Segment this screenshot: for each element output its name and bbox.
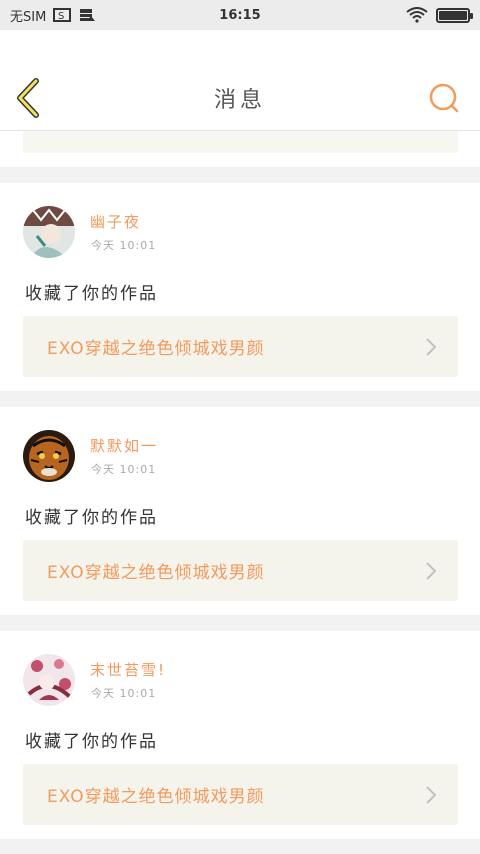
divider — [0, 167, 480, 183]
work-title: EXO穿越之绝色倾城戏男颜 — [47, 339, 265, 359]
status-right — [406, 7, 473, 23]
header: 消息 — [0, 30, 480, 131]
chevron-right-icon — [426, 337, 437, 356]
avatar[interactable] — [23, 654, 75, 706]
timestamp: 今天 10:01 — [91, 687, 157, 700]
chevron-right-icon — [426, 785, 437, 804]
list-item-partial — [0, 131, 480, 167]
avatar[interactable] — [23, 206, 75, 258]
chevron-right-icon — [426, 561, 437, 580]
divider — [0, 615, 480, 631]
username[interactable]: 末世苔雪! — [90, 659, 166, 680]
timestamp: 今天 10:01 — [91, 239, 157, 252]
data-icon — [80, 9, 96, 21]
work-title: EXO穿越之绝色倾城戏男颜 — [47, 787, 265, 807]
avatar-image — [23, 206, 75, 258]
work-title: EXO穿越之绝色倾城戏男颜 — [47, 563, 265, 583]
work-link[interactable]: EXO穿越之绝色倾城戏男颜 — [23, 764, 458, 825]
wifi-icon — [406, 7, 428, 23]
page-title: 消息 — [213, 88, 266, 113]
work-link-partial[interactable] — [23, 131, 458, 153]
work-link[interactable]: EXO穿越之绝色倾城戏男颜 — [23, 540, 458, 601]
list-item: 默默如一 今天 10:01 收藏了你的作品 EXO穿越之绝色倾城戏男颜 — [0, 407, 480, 615]
action-text: 收藏了你的作品 — [25, 508, 158, 528]
timestamp: 今天 10:01 — [91, 463, 157, 476]
avatar-image — [23, 430, 75, 482]
svg-text:S: S — [58, 11, 64, 22]
divider — [0, 391, 480, 407]
avatar-image — [23, 654, 75, 706]
username[interactable]: 幽子夜 — [90, 211, 141, 232]
search-button[interactable] — [428, 82, 460, 114]
search-icon — [429, 83, 459, 113]
username[interactable]: 默默如一 — [90, 435, 158, 456]
action-text: 收藏了你的作品 — [25, 284, 158, 304]
status-left: 无SIM S — [10, 6, 96, 25]
battery-icon — [436, 7, 473, 23]
avatar[interactable] — [23, 430, 75, 482]
message-list[interactable]: 幽子夜 今天 10:01 收藏了你的作品 EXO穿越之绝色倾城戏男颜 默默如一 … — [0, 131, 480, 854]
sim-status: 无SIM — [10, 9, 47, 25]
status-bar: 无SIM S 16:15 — [0, 0, 480, 30]
screenshot-icon: S — [53, 8, 72, 22]
list-item: 幽子夜 今天 10:01 收藏了你的作品 EXO穿越之绝色倾城戏男颜 — [0, 183, 480, 391]
work-link[interactable]: EXO穿越之绝色倾城戏男颜 — [23, 316, 458, 377]
divider — [0, 839, 480, 854]
list-item: 末世苔雪! 今天 10:01 收藏了你的作品 EXO穿越之绝色倾城戏男颜 — [0, 631, 480, 839]
action-text: 收藏了你的作品 — [25, 732, 158, 752]
